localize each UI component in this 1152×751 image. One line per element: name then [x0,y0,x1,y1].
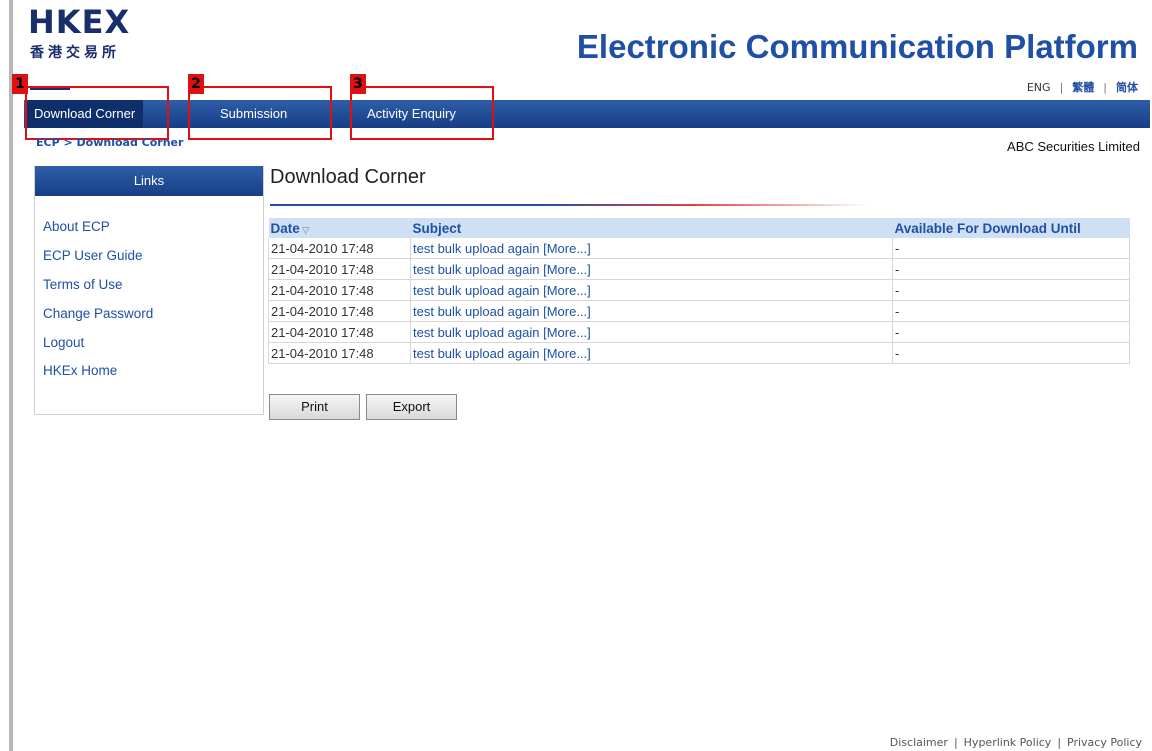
print-button[interactable]: Print [269,394,360,420]
sidebar-item-change-password[interactable]: Change Password [43,306,153,321]
cell-subject-link[interactable]: test bulk upload again [More...] [410,321,893,343]
footer-privacy-policy-link[interactable]: Privacy Policy [1067,736,1142,749]
links-sidebar: Links About ECP ECP User Guide Terms of … [34,166,264,415]
cell-until: - [892,300,1130,322]
export-button[interactable]: Export [366,394,457,420]
cell-subject-link[interactable]: test bulk upload again [More...] [410,238,893,259]
cell-date: 21-04-2010 17:48 [268,300,411,322]
column-header-date-label: Date [270,220,300,236]
cell-date: 21-04-2010 17:48 [268,238,411,259]
platform-title: Electronic Communication Platform [576,28,1138,65]
footer-hyperlink-policy-link[interactable]: Hyperlink Policy [964,736,1052,749]
callout-number-1: 1 [12,74,28,94]
column-header-subject[interactable]: Subject [410,218,893,238]
cell-until: - [892,342,1130,364]
sidebar-item-about-ecp[interactable]: About ECP [43,219,110,234]
cell-subject-link[interactable]: test bulk upload again [More...] [410,279,893,301]
breadcrumb[interactable]: ECP > Download Corner [36,136,183,149]
lang-simplified-chinese[interactable]: 简体 [1116,79,1138,95]
callout-number-2: 2 [188,74,204,94]
sidebar-item-terms-of-use[interactable]: Terms of Use [43,277,123,292]
cell-until: - [892,258,1130,280]
table-row: 21-04-2010 17:48 test bulk upload again … [268,279,1130,301]
cell-date: 21-04-2010 17:48 [268,321,411,343]
footer-separator: | [953,736,958,749]
page-title: Download Corner [270,166,426,188]
table-row: 21-04-2010 17:48 test bulk upload again … [268,342,1130,364]
column-header-available-until[interactable]: Available For Download Until [892,218,1130,238]
cell-date: 21-04-2010 17:48 [268,258,411,280]
footer-disclaimer-link[interactable]: Disclaimer [890,736,948,749]
cell-subject-link[interactable]: test bulk upload again [More...] [410,300,893,322]
company-name: ABC Securities Limited [1007,139,1140,154]
footer-separator: | [1057,736,1062,749]
download-table: Date ▽ Subject Available For Download Un… [268,218,1130,364]
cell-until: - [892,321,1130,343]
cell-date: 21-04-2010 17:48 [268,342,411,364]
callout-box-1 [25,86,169,140]
links-header: Links [35,166,263,196]
sort-arrow-icon: ▽ [299,224,310,235]
cell-until: - [892,279,1130,301]
table-row: 21-04-2010 17:48 test bulk upload again … [268,321,1130,343]
column-header-date[interactable]: Date ▽ [268,218,411,238]
table-row: 21-04-2010 17:48 test bulk upload again … [268,258,1130,280]
callout-box-3 [350,86,494,140]
callout-box-2 [188,86,332,140]
table-row: 21-04-2010 17:48 test bulk upload again … [268,238,1130,259]
sidebar-item-hkex-home[interactable]: HKEx Home [43,363,117,378]
lang-separator: | [1059,80,1064,94]
lang-traditional-chinese[interactable]: 繁體 [1072,79,1094,95]
hkex-logo-chinese: 香港交易所 [30,45,120,61]
lang-separator: | [1103,80,1107,94]
table-row: 21-04-2010 17:48 test bulk upload again … [268,300,1130,322]
language-switcher: ENG | 繁體 | 简体 [1027,79,1138,95]
footer-links: Disclaimer | Hyperlink Policy | Privacy … [890,736,1142,749]
cell-date: 21-04-2010 17:48 [268,279,411,301]
cell-subject-link[interactable]: test bulk upload again [More...] [410,342,893,364]
lang-eng[interactable]: ENG [1027,81,1051,94]
sidebar-item-logout[interactable]: Logout [43,335,84,350]
sidebar-item-ecp-user-guide[interactable]: ECP User Guide [43,248,143,263]
cell-until: - [892,238,1130,259]
callout-number-3: 3 [350,74,366,94]
cell-subject-link[interactable]: test bulk upload again [More...] [410,258,893,280]
hkex-logo: HKEX [28,3,131,41]
title-divider [270,204,870,206]
left-border [9,0,13,751]
